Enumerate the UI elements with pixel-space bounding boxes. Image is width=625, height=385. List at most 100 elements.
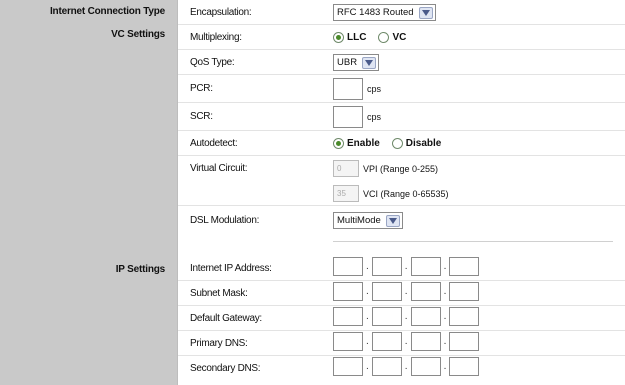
multiplexing-control: LLC VC	[333, 29, 414, 46]
ip-octet-input[interactable]	[371, 257, 402, 276]
encapsulation-select[interactable]: RFC 1483 Routed	[333, 4, 436, 21]
ip-octet-input[interactable]	[410, 282, 441, 301]
multiplexing-label: Multiplexing:	[190, 32, 242, 43]
vci-range-label: VCI (Range 0-65535)	[363, 188, 449, 199]
autodetect-enable-radio[interactable]: Enable	[333, 138, 380, 149]
section-vc-settings: VC Settings	[111, 29, 165, 40]
dsl-modulation-select[interactable]: MultiMode	[333, 212, 403, 229]
dot-separator: .	[443, 336, 447, 347]
multiplexing-vc-radio[interactable]: VC	[378, 32, 406, 43]
ip-octet-input[interactable]	[371, 282, 402, 301]
ip-octet-input[interactable]	[333, 257, 363, 276]
subnet-mask-input: . . .	[333, 282, 480, 301]
dsl-modulation-value: MultiMode	[337, 215, 381, 226]
vci-input[interactable]: 35	[333, 185, 359, 202]
ip-octet-input[interactable]	[371, 357, 402, 376]
dot-separator: .	[404, 361, 408, 372]
ip-octet-input[interactable]	[333, 332, 363, 351]
dot-separator: .	[443, 261, 447, 272]
dot-separator: .	[404, 286, 408, 297]
radio-unselected-icon	[378, 32, 390, 43]
multiplexing-llc-radio[interactable]: LLC	[333, 32, 366, 43]
ip-row-default-gateway: Default Gateway: . . .	[178, 306, 625, 331]
pcr-control: cps	[333, 78, 381, 100]
autodetect-disable-radio[interactable]: Disable	[391, 138, 442, 149]
multiplexing-row: Multiplexing: LLC VC	[178, 25, 625, 50]
scr-row: SCR: cps	[178, 103, 625, 131]
encapsulation-row: Encapsulation: RFC 1483 Routed	[178, 0, 625, 25]
radio-selected-icon	[333, 138, 344, 149]
qos-type-row: QoS Type: UBR	[178, 50, 625, 75]
ip-octet-input[interactable]	[333, 307, 363, 326]
radio-unselected-icon	[391, 138, 403, 149]
primary-dns-input: . . .	[333, 332, 480, 351]
internet-ip-label: Internet IP Address:	[190, 263, 272, 274]
section-ip-settings: IP Settings	[115, 264, 165, 275]
encapsulation-control: RFC 1483 Routed	[333, 4, 436, 21]
autodetect-disable-label: Disable	[405, 138, 442, 149]
multiplexing-llc-label: LLC	[347, 32, 367, 43]
scr-control: cps	[333, 106, 381, 128]
qos-type-label: QoS Type:	[190, 57, 235, 68]
ip-octet-input[interactable]	[371, 307, 402, 326]
secondary-dns-input: . . .	[333, 357, 480, 376]
settings-form: Encapsulation: RFC 1483 Routed Multiplex…	[178, 0, 625, 385]
scr-unit: cps	[367, 112, 382, 122]
virtual-circuit-label: Virtual Circuit:	[190, 163, 248, 174]
ip-octet-input[interactable]	[449, 282, 480, 301]
dot-separator: .	[366, 261, 369, 272]
pcr-row: PCR: cps	[178, 75, 625, 103]
pcr-unit: cps	[367, 84, 382, 94]
scr-label: SCR:	[190, 111, 213, 122]
ip-row-secondary-dns: Secondary DNS: . . .	[178, 356, 625, 381]
ip-row-primary-dns: Primary DNS: . . .	[178, 331, 625, 356]
dsl-modulation-label: DSL Modulation:	[190, 215, 260, 226]
dot-separator: .	[443, 286, 447, 297]
ip-octet-input[interactable]	[371, 332, 402, 351]
ip-octet-input[interactable]	[333, 282, 363, 301]
autodetect-label: Autodetect:	[190, 138, 238, 149]
encapsulation-value: RFC 1483 Routed	[337, 7, 414, 18]
qos-type-control: UBR	[333, 54, 380, 71]
vpi-range-label: VPI (Range 0-255)	[363, 163, 439, 174]
multiplexing-vc-label: VC	[392, 32, 407, 43]
ip-octet-input[interactable]	[410, 357, 441, 376]
autodetect-enable-label: Enable	[347, 138, 380, 149]
vpi-input[interactable]: 0	[333, 160, 359, 177]
qos-type-select[interactable]: UBR	[333, 54, 380, 71]
ip-octet-input[interactable]	[449, 357, 480, 376]
ip-octet-input[interactable]	[449, 257, 480, 276]
dsl-modulation-control: MultiMode	[333, 212, 403, 229]
ip-octet-input[interactable]	[449, 307, 480, 326]
dot-separator: .	[366, 286, 369, 297]
internet-ip-input: . . .	[333, 257, 480, 276]
chevron-down-icon	[362, 56, 377, 69]
dsl-modulation-row: DSL Modulation: MultiMode	[178, 206, 625, 234]
scr-input[interactable]	[333, 106, 363, 128]
ip-octet-input[interactable]	[333, 357, 363, 376]
ip-row-internet-ip: Internet IP Address: . . .	[178, 256, 625, 281]
chevron-down-icon	[418, 6, 433, 19]
ip-octet-input[interactable]	[410, 332, 441, 351]
ip-octet-input[interactable]	[410, 307, 441, 326]
default-gateway-label: Default Gateway:	[190, 313, 262, 324]
dot-separator: .	[366, 336, 369, 347]
section-divider	[333, 241, 613, 242]
secondary-dns-label: Secondary DNS:	[190, 363, 261, 374]
vpi-control: 0 VPI (Range 0-255)	[333, 160, 438, 177]
ip-row-subnet-mask: Subnet Mask: . . .	[178, 281, 625, 306]
chevron-down-icon	[385, 214, 400, 227]
dot-separator: .	[366, 311, 369, 322]
default-gateway-input: . . .	[333, 307, 480, 326]
subnet-mask-label: Subnet Mask:	[190, 288, 248, 299]
autodetect-row: Autodetect: Enable Disable	[178, 131, 625, 156]
ip-octet-input[interactable]	[410, 257, 441, 276]
encapsulation-label: Encapsulation:	[190, 7, 252, 18]
qos-type-value: UBR	[337, 57, 358, 68]
dot-separator: .	[404, 261, 408, 272]
section-internet-connection-type: Internet Connection Type	[49, 6, 165, 17]
vci-control: 35 VCI (Range 0-65535)	[333, 185, 449, 202]
dot-separator: .	[443, 361, 447, 372]
ip-octet-input[interactable]	[449, 332, 480, 351]
pcr-input[interactable]	[333, 78, 363, 100]
